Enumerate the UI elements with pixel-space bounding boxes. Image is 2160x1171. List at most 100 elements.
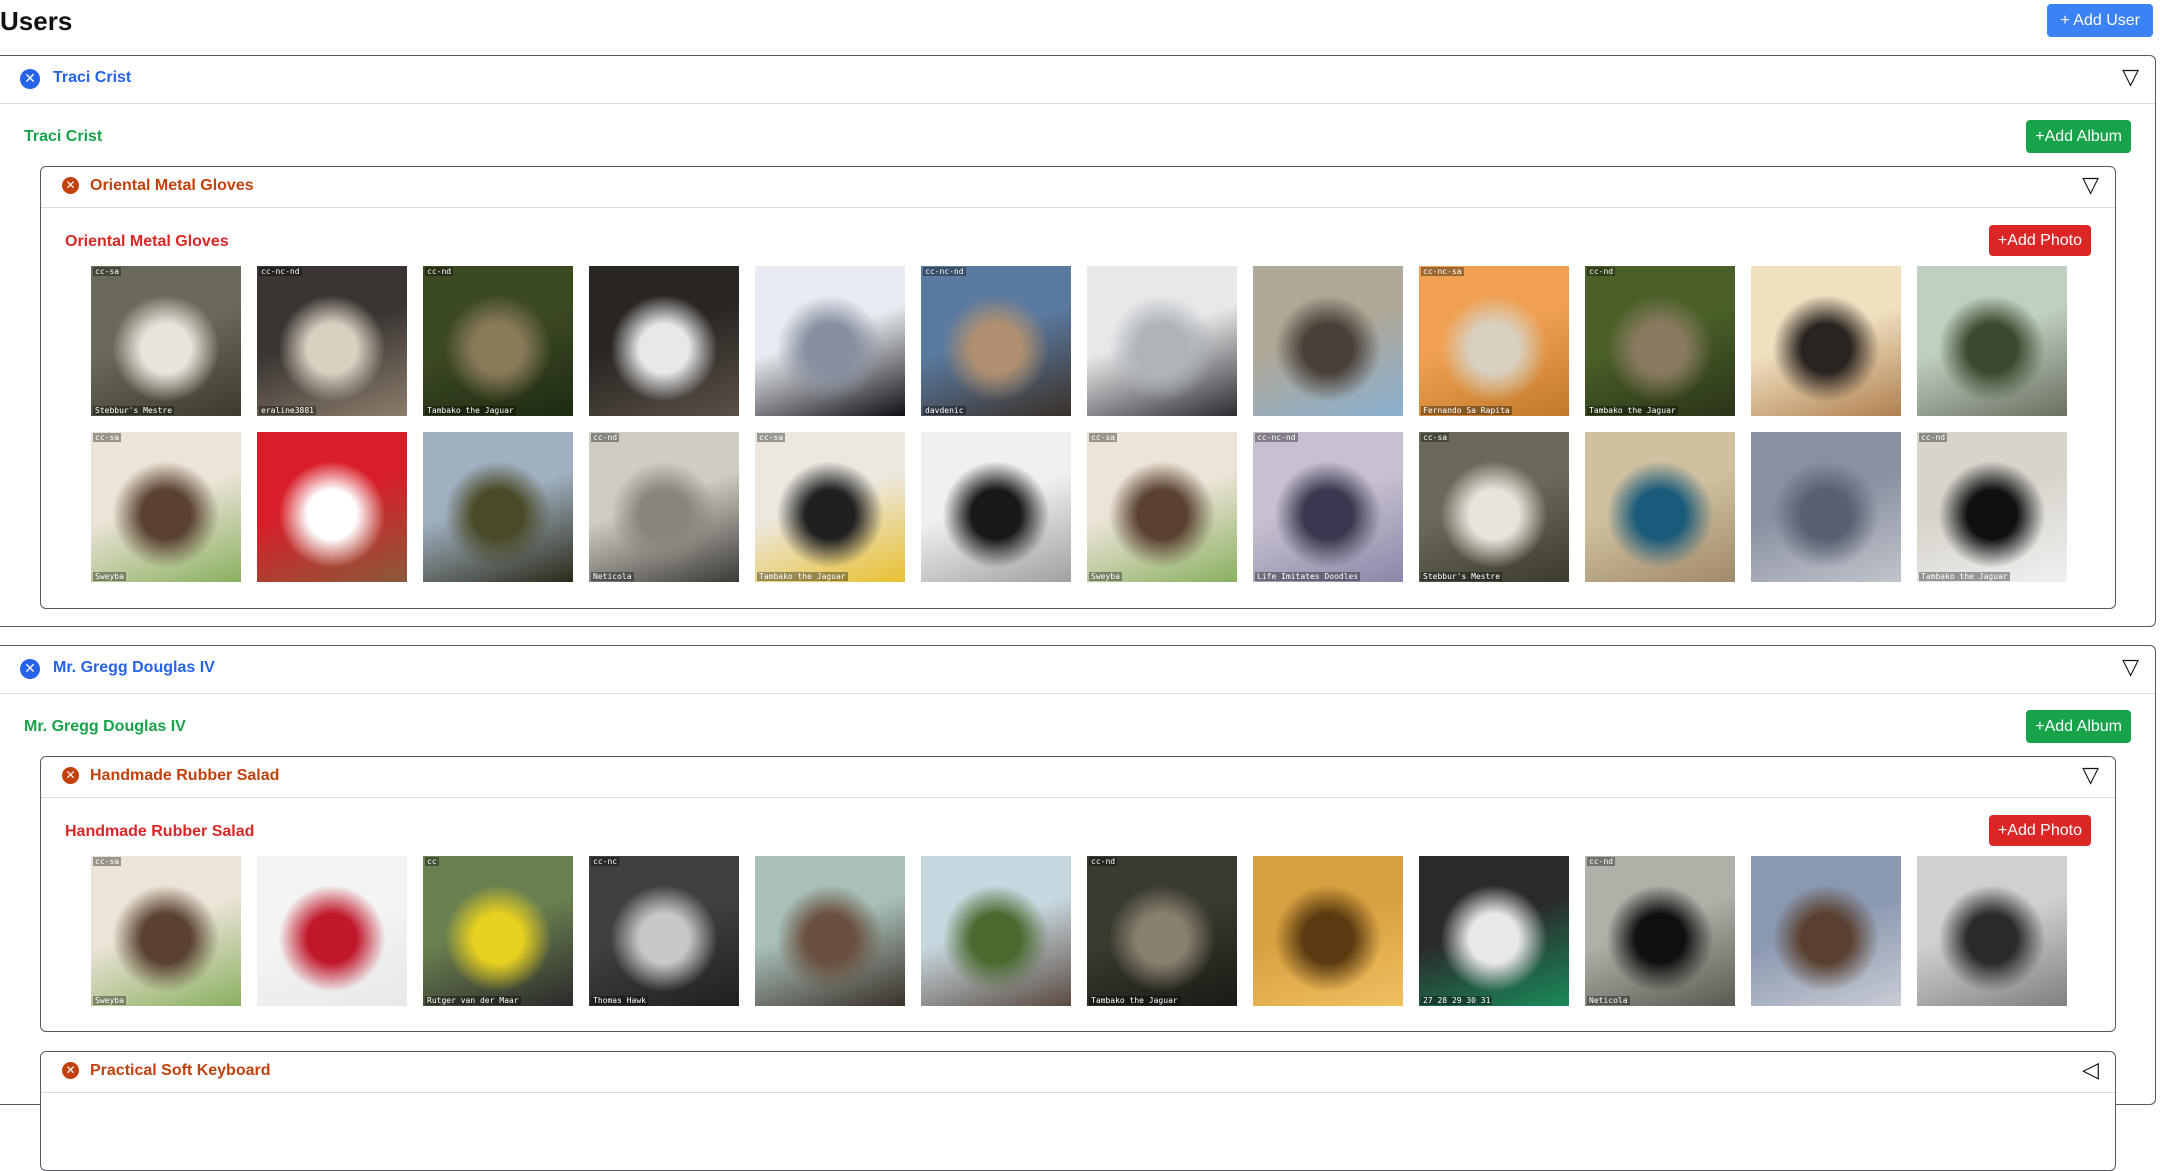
photo-thumbnail[interactable]: cc-sa Sweyba xyxy=(1087,432,1237,582)
photo-thumbnail[interactable]: cc-nd Tambako the Jaguar xyxy=(423,266,573,416)
album-header[interactable]: ✕ Practical Soft Keyboard ◁ xyxy=(41,1052,2115,1093)
remove-user-icon[interactable]: ✕ xyxy=(20,659,40,679)
remove-album-icon[interactable]: ✕ xyxy=(62,177,79,194)
photo-thumbnail[interactable]: cc-nc-nd eraline3881 xyxy=(257,266,407,416)
user-header[interactable]: ✕ Mr. Gregg Douglas IV ▽ xyxy=(0,646,2155,694)
collapse-toggle-icon[interactable]: ▽ xyxy=(2082,175,2099,197)
remove-album-icon[interactable]: ✕ xyxy=(62,1062,79,1079)
remove-album-icon[interactable]: ✕ xyxy=(62,767,79,784)
photo-thumbnail[interactable]: cc-nd Tambako the Jaguar xyxy=(1087,856,1237,1006)
photo-thumbnail[interactable] xyxy=(1917,856,2067,1006)
add-photo-button[interactable]: +Add Photo xyxy=(1988,225,2091,256)
photo-credit-label: Rutger van der Maar xyxy=(425,996,521,1005)
photo-credit-label: Thomas Hawk xyxy=(591,996,648,1005)
photo-thumbnail[interactable]: cc-sa Stebbur's Mestre xyxy=(91,266,241,416)
user-card: ✕ Traci Crist ▽ Traci Crist +Add Album ✕… xyxy=(0,55,2156,627)
photo-license-label: cc-sa xyxy=(93,433,122,442)
album-header[interactable]: ✕ Handmade Rubber Salad ▽ xyxy=(41,757,2115,798)
photo-credit-label: davdenic xyxy=(923,406,966,415)
add-album-button[interactable]: +Add Album xyxy=(2026,120,2131,153)
album-header[interactable]: ✕ Oriental Metal Gloves ▽ xyxy=(41,167,2115,208)
photo-thumbnail[interactable] xyxy=(1253,856,1403,1006)
collapse-toggle-icon[interactable]: ▽ xyxy=(2122,657,2139,679)
photo-credit-label: Neticola xyxy=(1587,996,1630,1005)
photo-credit-label: Tambako the Jaguar xyxy=(1919,572,2010,581)
photo-thumbnail[interactable] xyxy=(1917,266,2067,416)
photo-license-label: cc-sa xyxy=(1089,433,1118,442)
album-title: Handmade Rubber Salad xyxy=(65,823,255,840)
photo-credit-label: Sweyba xyxy=(93,996,126,1005)
photo-thumbnail[interactable]: cc-nc Thomas Hawk xyxy=(589,856,739,1006)
photo-grid: cc-sa Sweyba cc Rutger van der Maar cc-nc Tho… xyxy=(91,856,2091,1006)
photo-thumbnail[interactable] xyxy=(423,432,573,582)
photo-thumbnail[interactable] xyxy=(1087,266,1237,416)
album-card: ✕ Practical Soft Keyboard ◁ xyxy=(40,1051,2116,1171)
photo-thumbnail[interactable] xyxy=(257,856,407,1006)
user-name[interactable]: Traci Crist xyxy=(53,69,131,87)
remove-user-icon[interactable]: ✕ xyxy=(20,69,40,89)
album-name[interactable]: Handmade Rubber Salad xyxy=(90,767,279,785)
photo-license-label: cc-nc xyxy=(591,857,620,866)
photo-license-label: cc-nc-nd xyxy=(1255,433,1298,442)
photo-license-label: cc-nd xyxy=(591,433,620,442)
photo-thumbnail[interactable]: cc-sa Sweyba xyxy=(91,856,241,1006)
photo-license-label: cc-nd xyxy=(1089,857,1118,866)
photo-thumbnail[interactable]: cc-nd Neticola xyxy=(589,432,739,582)
photo-thumbnail[interactable]: 27 28 29 30 31 xyxy=(1419,856,1569,1006)
photo-credit-label: Life Imitates Doodles xyxy=(1255,572,1361,581)
collapse-toggle-icon[interactable]: ▽ xyxy=(2082,765,2099,787)
photo-license-label: cc-nd xyxy=(1587,267,1616,276)
photo-thumbnail[interactable]: cc-nc-nd Life Imitates Doodles xyxy=(1253,432,1403,582)
photo-thumbnail[interactable] xyxy=(921,856,1071,1006)
album-card: ✕ Handmade Rubber Salad ▽ Handmade Rubbe… xyxy=(40,756,2116,1032)
photo-credit-label: Sweyba xyxy=(1089,572,1122,581)
album-name[interactable]: Oriental Metal Gloves xyxy=(90,177,254,195)
photo-credit-label: Tambako the Jaguar xyxy=(1587,406,1678,415)
photo-credit-label: Fernando Sa Rapita xyxy=(1421,406,1512,415)
photo-thumbnail[interactable] xyxy=(1253,266,1403,416)
user-card: ✕ Mr. Gregg Douglas IV ▽ Mr. Gregg Dougl… xyxy=(0,645,2156,1171)
add-user-button[interactable]: + Add User xyxy=(2047,4,2153,37)
photo-thumbnail[interactable]: cc-sa Stebbur's Mestre xyxy=(1419,432,1569,582)
photo-thumbnail[interactable]: cc-nc-nd davdenic xyxy=(921,266,1071,416)
photo-license-label: cc-sa xyxy=(93,267,122,276)
photo-thumbnail[interactable] xyxy=(1751,266,1901,416)
photo-thumbnail[interactable] xyxy=(755,856,905,1006)
photo-thumbnail[interactable]: cc-sa Tambako the Jaguar xyxy=(755,432,905,582)
photo-license-label: cc-nd xyxy=(1919,433,1948,442)
expand-toggle-icon[interactable]: ◁ xyxy=(2082,1060,2099,1082)
photo-thumbnail[interactable] xyxy=(1751,432,1901,582)
photo-license-label: cc xyxy=(425,857,439,866)
photo-thumbnail[interactable]: cc-nd Neticola xyxy=(1585,856,1735,1006)
photo-thumbnail[interactable] xyxy=(589,266,739,416)
photo-thumbnail[interactable] xyxy=(1585,432,1735,582)
photo-license-label: cc-nc-nd xyxy=(259,267,302,276)
photo-license-label: cc-sa xyxy=(1421,433,1450,442)
photo-thumbnail[interactable] xyxy=(921,432,1071,582)
photo-credit-label: Tambako the Jaguar xyxy=(1089,996,1180,1005)
photo-thumbnail[interactable]: cc-nd Tambako the Jaguar xyxy=(1917,432,2067,582)
album-card: ✕ Oriental Metal Gloves ▽ Oriental Metal… xyxy=(40,166,2116,609)
photo-credit-label: Sweyba xyxy=(93,572,126,581)
add-photo-button[interactable]: +Add Photo xyxy=(1988,815,2091,846)
photo-credit-label: Stebbur's Mestre xyxy=(1421,572,1503,581)
photo-thumbnail[interactable]: cc-nd Tambako the Jaguar xyxy=(1585,266,1735,416)
photo-license-label: cc-nc-sa xyxy=(1421,267,1464,276)
add-album-button[interactable]: +Add Album xyxy=(2026,710,2131,743)
album-name[interactable]: Practical Soft Keyboard xyxy=(90,1062,271,1080)
photo-credit-label: eraline3881 xyxy=(259,406,316,415)
photo-license-label: cc-sa xyxy=(93,857,122,866)
photo-thumbnail[interactable]: cc-sa Sweyba xyxy=(91,432,241,582)
photo-thumbnail[interactable] xyxy=(1751,856,1901,1006)
photo-thumbnail[interactable]: cc-nc-sa Fernando Sa Rapita xyxy=(1419,266,1569,416)
user-name[interactable]: Mr. Gregg Douglas IV xyxy=(53,659,215,677)
photo-thumbnail[interactable]: cc Rutger van der Maar xyxy=(423,856,573,1006)
photo-credit-label: 27 28 29 30 31 xyxy=(1421,996,1493,1005)
page-header: Users + Add User xyxy=(0,0,2160,44)
collapse-toggle-icon[interactable]: ▽ xyxy=(2122,67,2139,89)
photo-credit-label: Neticola xyxy=(591,572,634,581)
photo-thumbnail[interactable] xyxy=(257,432,407,582)
user-header[interactable]: ✕ Traci Crist ▽ xyxy=(0,56,2155,104)
photo-thumbnail[interactable] xyxy=(755,266,905,416)
photo-credit-label: Tambako the Jaguar xyxy=(757,572,848,581)
